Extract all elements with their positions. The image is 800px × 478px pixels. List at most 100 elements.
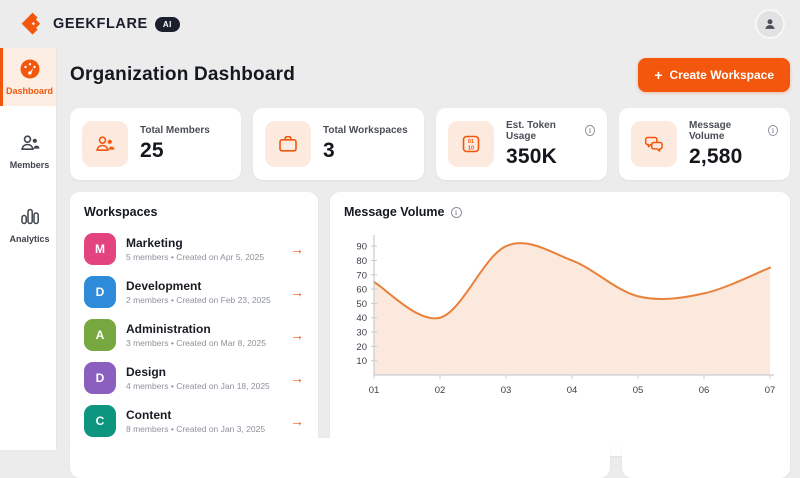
analytics-bars-icon <box>18 205 42 229</box>
ai-badge: AI <box>155 17 180 32</box>
svg-text:30: 30 <box>356 328 367 339</box>
arrow-right-icon[interactable]: → <box>290 370 304 386</box>
svg-text:90: 90 <box>356 242 367 253</box>
sidebar-item-analytics[interactable]: Analytics <box>0 196 56 254</box>
svg-text:01: 01 <box>468 139 474 145</box>
stats-row: Total Members 25 Total Workspaces 3 01 <box>70 108 790 180</box>
create-workspace-button[interactable]: + Create Workspace <box>638 58 790 92</box>
person-icon <box>761 15 779 33</box>
workspace-name: Development <box>126 279 271 293</box>
user-avatar[interactable] <box>755 9 785 39</box>
workspace-meta: 2 members • Created on Feb 23, 2025 <box>126 295 271 305</box>
stat-label: Total Members <box>140 125 210 136</box>
brand-name: GEEKFLARE <box>53 16 148 32</box>
plus-icon: + <box>654 70 662 80</box>
workspace-avatar: A <box>84 319 116 351</box>
info-icon[interactable]: i <box>768 125 778 136</box>
stat-icon-box <box>265 121 311 167</box>
stat-icon-box: 01 10 <box>448 121 494 167</box>
create-workspace-label: Create Workspace <box>670 68 775 82</box>
arrow-right-icon[interactable]: → <box>290 413 304 429</box>
workspace-avatar: M <box>84 233 116 265</box>
info-icon[interactable]: i <box>451 207 462 218</box>
sidebar-label-analytics: Analytics <box>9 234 49 244</box>
sidebar: Dashboard Members Analytics <box>0 48 57 450</box>
workspace-meta: 5 members • Created on Apr 5, 2025 <box>126 252 264 262</box>
chat-bubbles-icon <box>642 132 666 156</box>
area-chart: 10 20 30 40 50 60 70 80 90 01 02 03 04 05 06 07 <box>344 229 776 405</box>
stat-label: Total Workspaces <box>323 125 408 136</box>
workspace-avatar: C <box>84 405 116 437</box>
svg-text:05: 05 <box>633 385 644 396</box>
dashboard-gauge-icon <box>18 57 42 81</box>
stat-label: Message Volume <box>689 120 763 142</box>
middle-row: Workspaces M Marketing 5 members • Creat… <box>70 192 790 432</box>
svg-text:04: 04 <box>567 385 578 396</box>
stat-value: 2,580 <box>689 145 778 169</box>
members-people-icon <box>18 131 42 155</box>
svg-text:80: 80 <box>356 256 367 267</box>
stat-icon-box <box>82 121 128 167</box>
briefcase-icon <box>276 132 300 156</box>
workspace-row-administration[interactable]: A Administration 3 members • Created on … <box>84 314 304 357</box>
sidebar-item-members[interactable]: Members <box>0 122 56 180</box>
sidebar-label-members: Members <box>10 160 50 170</box>
page-header: Organization Dashboard + Create Workspac… <box>70 48 790 102</box>
stat-label: Est. Token Usage <box>506 120 580 142</box>
bottom-left-card <box>70 438 610 478</box>
chart-title: Message Volume <box>344 205 445 219</box>
stat-icon-box <box>631 121 677 167</box>
main-content: Organization Dashboard + Create Workspac… <box>57 48 800 450</box>
people-icon <box>93 132 117 156</box>
stat-value: 25 <box>140 139 210 163</box>
svg-text:60: 60 <box>356 285 367 296</box>
workspace-name: Content <box>126 408 265 422</box>
workspace-row-marketing[interactable]: M Marketing 5 members • Created on Apr 5… <box>84 228 304 271</box>
workspaces-list: M Marketing 5 members • Created on Apr 5… <box>84 228 304 443</box>
workspaces-title: Workspaces <box>84 205 304 219</box>
svg-text:40: 40 <box>356 313 367 324</box>
svg-text:06: 06 <box>699 385 710 396</box>
workspace-name: Marketing <box>126 236 264 250</box>
svg-text:03: 03 <box>501 385 512 396</box>
bottom-right-card <box>622 438 790 478</box>
binary-token-icon: 01 10 <box>459 132 483 156</box>
svg-text:01: 01 <box>369 385 380 396</box>
stat-card-message-volume: Message Volume i 2,580 <box>619 108 790 180</box>
svg-text:10: 10 <box>468 145 474 151</box>
workspace-meta: 8 members • Created on Jan 3, 2025 <box>126 424 265 434</box>
svg-text:07: 07 <box>765 385 776 396</box>
svg-text:10: 10 <box>356 356 367 367</box>
svg-text:20: 20 <box>356 342 367 353</box>
stat-card-token-usage: 01 10 Est. Token Usage i 350K <box>436 108 607 180</box>
stat-card-total-members: Total Members 25 <box>70 108 241 180</box>
workspace-row-content[interactable]: C Content 8 members • Created on Jan 3, … <box>84 400 304 443</box>
page-title: Organization Dashboard <box>70 64 295 86</box>
stat-card-total-workspaces: Total Workspaces 3 <box>253 108 424 180</box>
stat-value: 3 <box>323 139 408 163</box>
workspace-avatar: D <box>84 276 116 308</box>
message-volume-chart-card: Message Volume i 10 20 30 40 50 60 70 80 90 01 02 0… <box>330 192 790 456</box>
workspace-avatar: D <box>84 362 116 394</box>
top-bar: GEEKFLARE AI <box>0 0 800 48</box>
arrow-right-icon[interactable]: → <box>290 284 304 300</box>
sidebar-item-dashboard[interactable]: Dashboard <box>0 48 56 106</box>
svg-text:02: 02 <box>435 385 446 396</box>
geekflare-flare-icon <box>20 11 46 37</box>
brand-logo: GEEKFLARE AI <box>20 11 180 37</box>
svg-text:50: 50 <box>356 299 367 310</box>
sidebar-label-dashboard: Dashboard <box>6 86 53 96</box>
workspace-name: Design <box>126 365 270 379</box>
bottom-row <box>70 438 790 478</box>
workspace-row-design[interactable]: D Design 4 members • Created on Jan 18, … <box>84 357 304 400</box>
workspaces-card: Workspaces M Marketing 5 members • Creat… <box>70 192 318 456</box>
arrow-right-icon[interactable]: → <box>290 241 304 257</box>
svg-text:70: 70 <box>356 270 367 281</box>
workspace-meta: 3 members • Created on Mar 8, 2025 <box>126 338 266 348</box>
stat-value: 350K <box>506 145 595 169</box>
workspace-meta: 4 members • Created on Jan 18, 2025 <box>126 381 270 391</box>
arrow-right-icon[interactable]: → <box>290 327 304 343</box>
workspace-name: Administration <box>126 322 266 336</box>
workspace-row-development[interactable]: D Development 2 members • Created on Feb… <box>84 271 304 314</box>
info-icon[interactable]: i <box>585 125 595 136</box>
